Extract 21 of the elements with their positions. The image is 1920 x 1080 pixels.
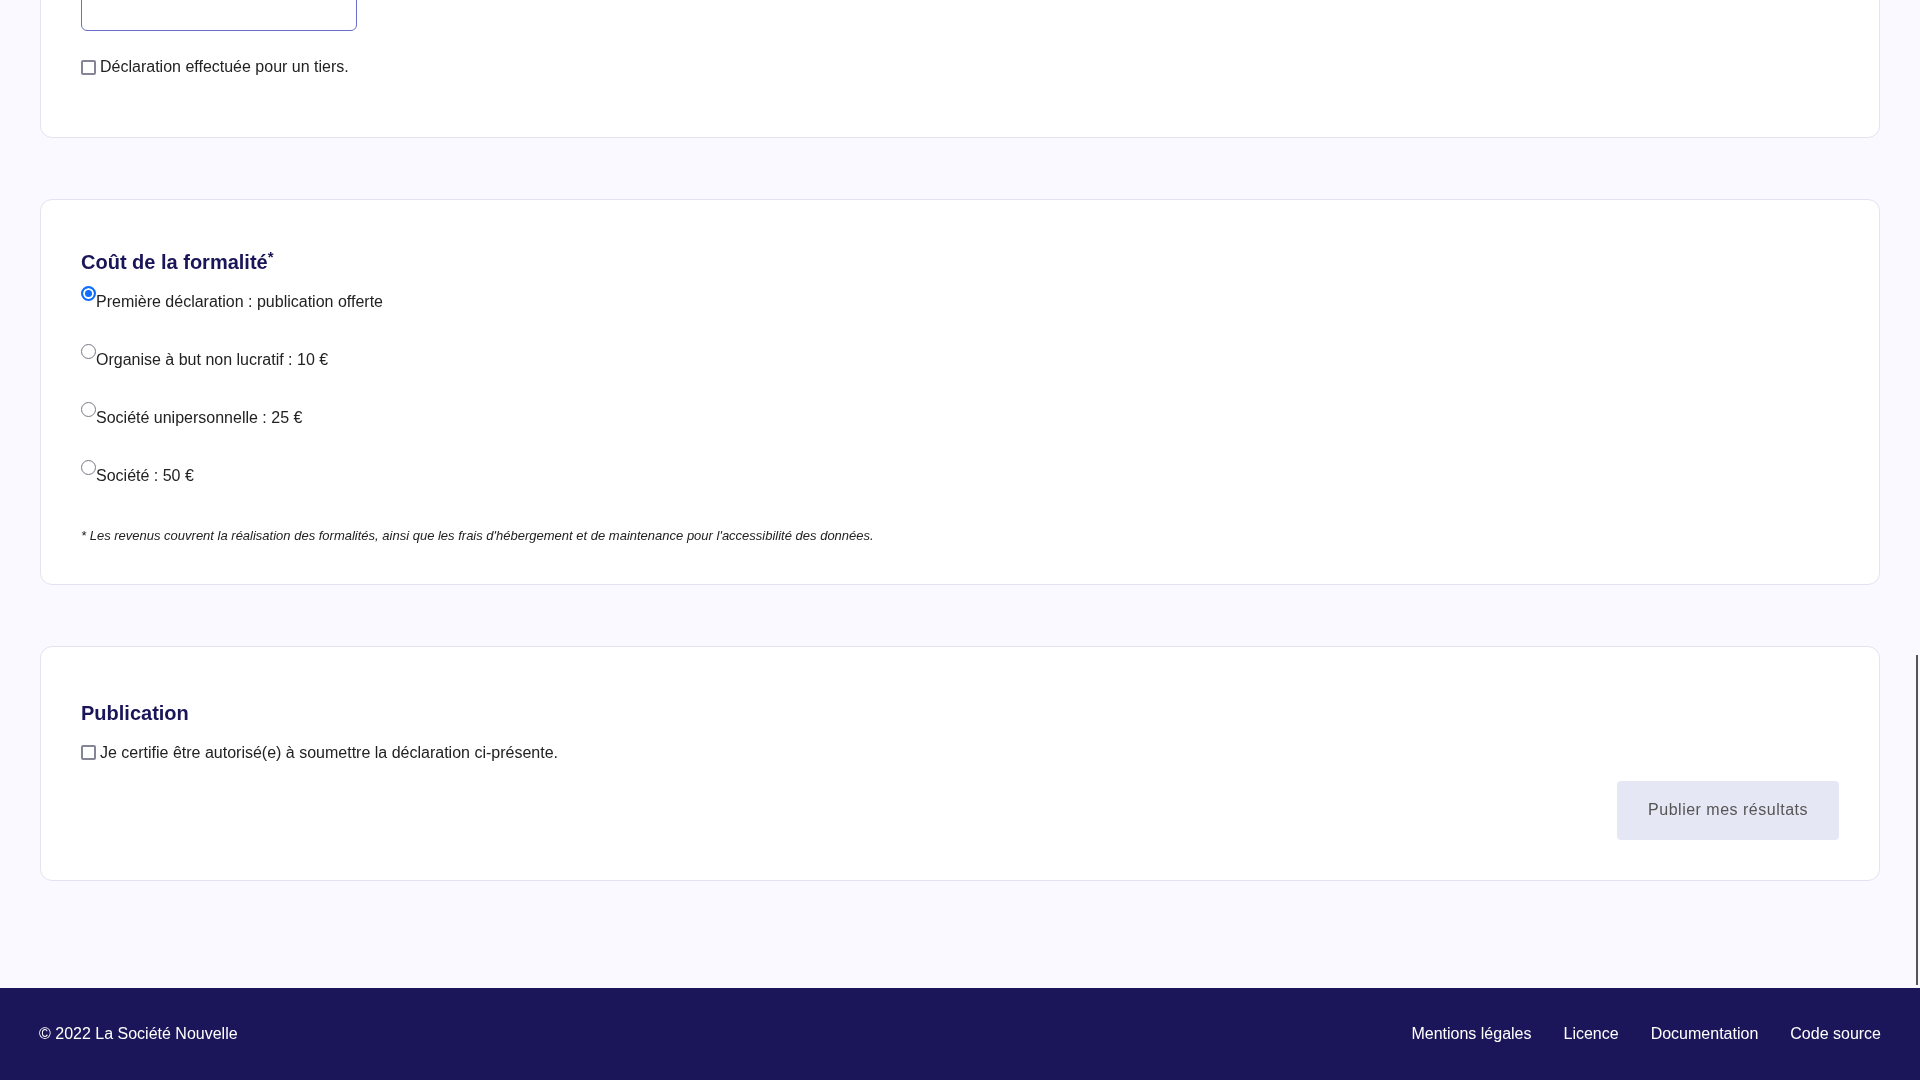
section-title: Coût de la formalité$^{*}$ <box>81 250 275 274</box>
footer-link[interactable]: Documentation <box>1650 1022 1759 1046</box>
footer-link[interactable]: Licence <box>1563 1022 1619 1046</box>
radio-button[interactable] <box>81 344 96 359</box>
radio-label: Société : 50 € <box>96 466 194 486</box>
radio-button[interactable] <box>81 402 96 417</box>
radio-label: Société unipersonnelle : 25 € <box>96 408 303 428</box>
checkbox[interactable] <box>81 745 96 760</box>
section-title: Publication <box>81 700 190 725</box>
scrollbar-thumb[interactable] <box>1916 655 1918 985</box>
footer-link[interactable]: Mentions légales <box>1411 1022 1532 1046</box>
radio-button[interactable] <box>81 286 96 301</box>
radio-label: Première déclaration : publication offerte <box>96 292 383 312</box>
checkbox-label: Déclaration effectuée pour un tiers. <box>100 57 349 77</box>
footer-link[interactable]: Code source <box>1790 1022 1881 1046</box>
checkbox-label: Je certifie être autorisé(e) à soumettre la déclaration ci-présente. <box>100 742 558 763</box>
radio-button[interactable] <box>81 460 96 475</box>
checkbox[interactable] <box>81 59 96 75</box>
footnote: * Les revenus couvrent la réalisation des formalités, ainsi que les frais d'hébergement et de maintenance pour l'accessibilité des données. <box>81 527 875 545</box>
copyright-text: © 2022 La Société Nouvelle <box>39 1024 238 1044</box>
radio-label: Organise à but non lucratif : 10 € <box>96 350 329 370</box>
